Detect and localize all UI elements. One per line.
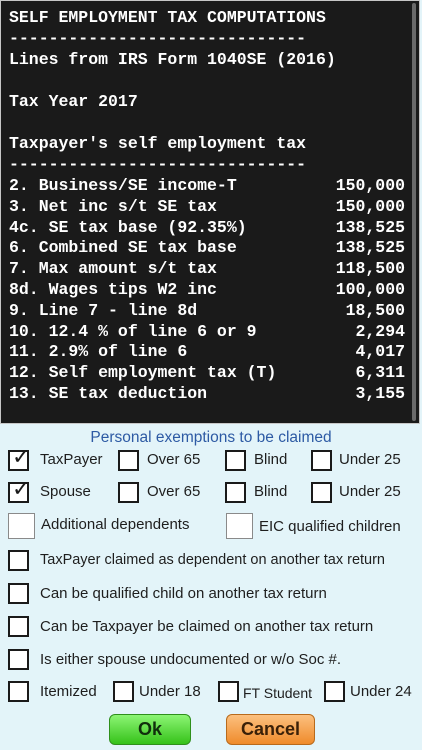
result-line-value: 100,000	[335, 280, 405, 299]
result-line-label: 12. Self employment tax (T)	[9, 363, 277, 383]
taxpayer-over65-label: Over 65	[147, 451, 201, 468]
spouse-over65-checkbox[interactable]	[118, 482, 139, 503]
terminal-divider: ------------------------------	[9, 29, 307, 48]
results-terminal: SELF EMPLOYMENT TAX COMPUTATIONS -------…	[0, 0, 420, 424]
result-line-label: 2. Business/SE income-T	[9, 176, 237, 195]
result-line-label: 11. 2.9% of line 6	[9, 342, 188, 362]
terminal-source: Lines from IRS Form 1040SE (2016)	[9, 50, 336, 69]
taxpayer-label: TaxPayer	[40, 451, 103, 468]
result-line-value: 2,294	[355, 321, 405, 341]
result-line-label: 8d. Wages tips W2 inc	[9, 280, 217, 299]
result-line-value: 3,155	[355, 384, 405, 403]
taxpayer-blind-label: Blind	[254, 451, 288, 468]
qualified-child-checkbox[interactable]	[8, 583, 29, 604]
under18-label: Under 18	[139, 683, 201, 700]
qualified-child-label: Can be qualified child on another tax re…	[40, 585, 327, 602]
undocumented-label: Is either spouse undocumented or w/o Soc…	[40, 651, 342, 668]
spouse-checkbox[interactable]: ✓	[8, 477, 31, 503]
exemptions-form: Personal exemptions to be claimed ✓ TaxP…	[0, 424, 422, 750]
result-line-value: 150,000	[335, 196, 405, 216]
claimed-dependent-label: TaxPayer claimed as dependent on another…	[40, 552, 385, 568]
ft-student-label: FT Student	[243, 685, 313, 701]
result-line-value: 138,525	[335, 238, 405, 258]
taxpayer-checkbox[interactable]: ✓	[8, 445, 31, 471]
spouse-under25-checkbox[interactable]	[311, 482, 332, 503]
itemized-label: Itemized	[40, 683, 97, 700]
check-icon: ✓	[12, 477, 31, 502]
result-line-label: 13. SE tax deduction	[9, 384, 208, 403]
eic-children-field[interactable]	[226, 513, 253, 539]
itemized-checkbox[interactable]	[8, 681, 29, 702]
check-icon: ✓	[12, 445, 31, 470]
additional-dependents-field[interactable]	[8, 513, 35, 539]
taxpayer-claimed-label: Can be Taxpayer be claimed on another ta…	[40, 618, 374, 635]
terminal-tax-year: Tax Year 2017	[9, 92, 138, 111]
cancel-button[interactable]: Cancel	[226, 714, 315, 745]
taxpayer-blind-checkbox[interactable]	[225, 450, 246, 471]
taxpayer-claimed-checkbox[interactable]	[8, 616, 29, 637]
result-line-label: 6. Combined SE tax base	[9, 238, 237, 258]
result-line-value: 138,525	[335, 217, 405, 237]
terminal-title: SELF EMPLOYMENT TAX COMPUTATIONS	[9, 8, 326, 27]
result-line-label: 4c. SE tax base (92.35%)	[9, 217, 247, 237]
taxpayer-under25-label: Under 25	[339, 451, 401, 468]
result-line-value: 150,000	[335, 176, 405, 195]
taxpayer-over65-checkbox[interactable]	[118, 450, 139, 471]
terminal-section: Taxpayer's self employment tax	[9, 134, 307, 153]
taxpayer-under25-checkbox[interactable]	[311, 450, 332, 471]
result-line-label: 7. Max amount s/t tax	[9, 259, 217, 279]
spouse-blind-checkbox[interactable]	[225, 482, 246, 503]
additional-dependents-label: Additional dependents	[41, 516, 190, 533]
terminal-divider: ------------------------------	[9, 155, 307, 174]
spouse-blind-label: Blind	[254, 483, 288, 500]
result-line-value: 6,311	[355, 363, 405, 383]
result-line-value: 4,017	[355, 342, 405, 362]
eic-children-label: EIC qualified children	[259, 518, 401, 535]
result-line-value: 18,500	[345, 300, 405, 320]
result-line-label: 10. 12.4 % of line 6 or 9	[9, 321, 257, 341]
ok-button[interactable]: Ok	[109, 714, 191, 745]
undocumented-checkbox[interactable]	[8, 649, 29, 670]
terminal-scrollbar[interactable]	[412, 3, 416, 421]
under24-label: Under 24	[350, 683, 412, 700]
claimed-dependent-checkbox[interactable]	[8, 550, 29, 571]
spouse-label: Spouse	[40, 483, 91, 500]
result-line-label: 9. Line 7 - line 8d	[9, 300, 198, 320]
under24-checkbox[interactable]	[324, 681, 345, 702]
spouse-under25-label: Under 25	[339, 483, 401, 500]
ft-student-checkbox[interactable]	[218, 681, 239, 702]
result-line-value: 118,500	[335, 259, 405, 279]
result-line-label: 3. Net inc s/t SE tax	[9, 196, 217, 216]
exemptions-header: Personal exemptions to be claimed	[90, 429, 332, 446]
under18-checkbox[interactable]	[113, 681, 134, 702]
spouse-over65-label: Over 65	[147, 483, 201, 500]
